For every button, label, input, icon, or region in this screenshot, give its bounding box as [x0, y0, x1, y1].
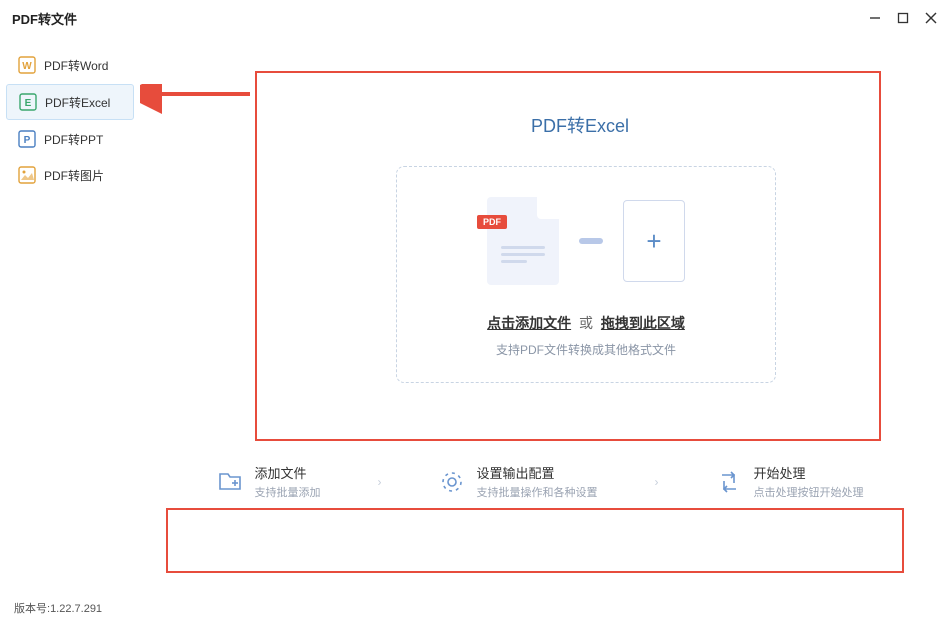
sidebar-item-label: PDF转PPT [44, 131, 103, 148]
image-icon [18, 166, 36, 184]
close-button[interactable] [924, 11, 938, 25]
titlebar: PDF转文件 [0, 0, 950, 36]
app-title: PDF转文件 [12, 9, 77, 28]
add-placeholder-icon: + [623, 200, 685, 282]
step-title: 设置输出配置 [477, 463, 598, 482]
svg-text:W: W [22, 61, 32, 72]
drop-zone[interactable]: PDF + 点击添加文件 或 拖拽到此区域 支持PDF文件转换成其他格式文件 [396, 166, 776, 383]
chevron-right-icon: › [378, 475, 382, 489]
drag-area-link[interactable]: 拖拽到此区域 [601, 315, 685, 331]
drop-hint: 支持PDF文件转换成其他格式文件 [417, 341, 755, 358]
annotation-highlight-steps [166, 508, 904, 573]
word-icon: W [18, 56, 36, 74]
steps-bar: 添加文件 支持批量添加 › 设置输出配置 支持批量操作和各种设置 › [160, 451, 920, 512]
footer: 版本号:1.22.7.291 [0, 594, 950, 622]
sidebar-item-pdf-image[interactable]: PDF转图片 [6, 158, 134, 192]
panel-title: PDF转Excel [240, 112, 920, 138]
sidebar-item-label: PDF转图片 [44, 167, 104, 184]
chevron-right-icon: › [655, 475, 659, 489]
excel-icon: E [19, 93, 37, 111]
step-subtitle: 支持批量操作和各种设置 [477, 484, 598, 500]
step-title: 开始处理 [754, 463, 864, 482]
maximize-button[interactable] [896, 11, 910, 25]
sidebar-item-label: PDF转Word [44, 57, 108, 74]
svg-text:P: P [24, 135, 31, 146]
sidebar-item-pdf-word[interactable]: W PDF转Word [6, 48, 134, 82]
version-label: 版本号:1.22.7.291 [14, 600, 102, 616]
sidebar-item-label: PDF转Excel [45, 94, 110, 111]
file-illustration: PDF + [417, 197, 755, 285]
minimize-button[interactable] [868, 11, 882, 25]
drop-text: 点击添加文件 或 拖拽到此区域 [417, 313, 755, 333]
drop-separator: 或 [579, 315, 593, 331]
step-add-file: 添加文件 支持批量添加 [217, 463, 321, 500]
step-start-process: 开始处理 点击处理按钮开始处理 [716, 463, 864, 500]
svg-text:E: E [25, 98, 32, 109]
step-subtitle: 支持批量添加 [255, 484, 321, 500]
window-controls [868, 11, 938, 25]
step-output-config: 设置输出配置 支持批量操作和各种设置 [439, 463, 598, 500]
step-title: 添加文件 [255, 463, 321, 482]
sidebar: W PDF转Word E PDF转Excel P PDF转PPT PDF转图片 [0, 36, 140, 594]
main-panel: PDF转Excel PDF + 点击添加文件 或 拖拽到此区域 支持PDF文件转… [140, 36, 950, 594]
sidebar-item-pdf-excel[interactable]: E PDF转Excel [6, 84, 134, 120]
pdf-file-icon: PDF [487, 197, 559, 285]
folder-add-icon [217, 469, 243, 495]
process-icon [716, 469, 742, 495]
step-subtitle: 点击处理按钮开始处理 [754, 484, 864, 500]
sidebar-item-pdf-ppt[interactable]: P PDF转PPT [6, 122, 134, 156]
pdf-badge: PDF [477, 215, 507, 229]
dash-icon [579, 238, 603, 244]
ppt-icon: P [18, 130, 36, 148]
add-file-link[interactable]: 点击添加文件 [487, 315, 571, 331]
gear-icon [439, 469, 465, 495]
